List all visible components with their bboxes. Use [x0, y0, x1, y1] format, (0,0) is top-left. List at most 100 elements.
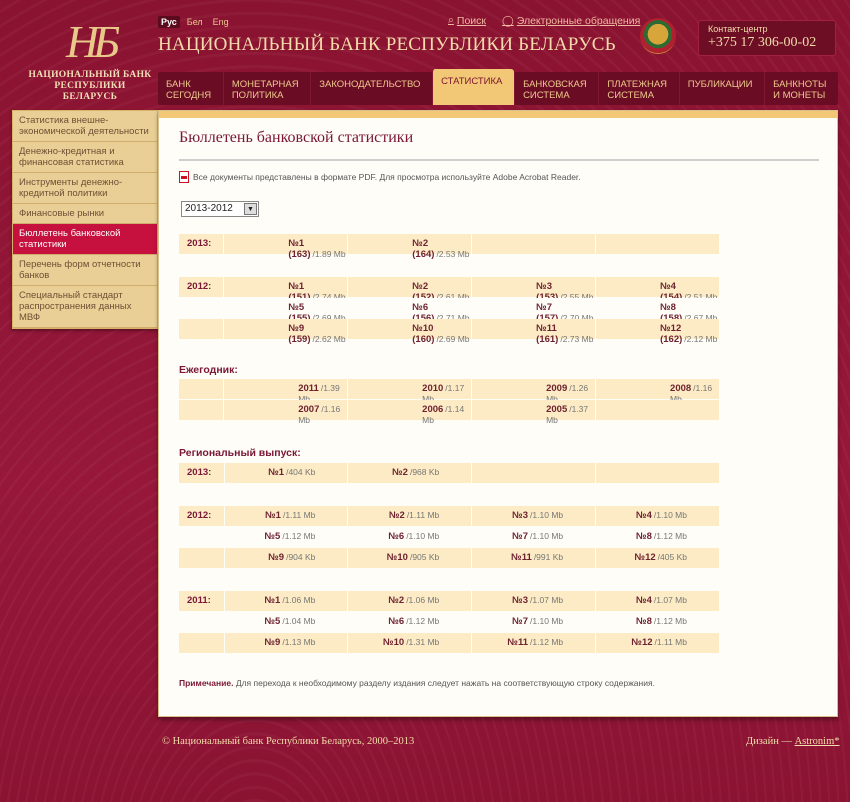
regional-issue-link[interactable]: №10/905 Kb [348, 548, 472, 568]
issue-number: №7 [512, 616, 529, 627]
nav-item-0[interactable]: БАНК СЕГОДНЯ [158, 72, 223, 105]
bulletin-issue-link[interactable]: №9 (159)/2.62 Mb [224, 319, 348, 345]
nav-item-6[interactable]: ПУБЛИКАЦИИ [678, 72, 764, 105]
yearbook-issue-link[interactable]: 2005/1.37 Mb [472, 400, 596, 425]
issue-number: №4 [636, 510, 652, 521]
search-icon: ⌕ [448, 14, 454, 26]
nav-item-1[interactable]: МОНЕТАРНАЯ ПОЛИТИКА [222, 72, 310, 105]
bulletin-issue-link[interactable]: №4 (154)/2.51 Mb [596, 277, 720, 303]
regional-issue-link[interactable]: №4/1.10 Mb [596, 506, 719, 526]
issue-number: 2011 [298, 383, 319, 394]
sidebar-item-2[interactable]: Инструменты денежно-кредитной политики [13, 173, 157, 204]
table-row: №5/1.04 Mb №6/1.12 Mb №7/1.10 Mb №8/1.12 Mb [179, 612, 719, 632]
regional-issue-link[interactable]: №10/1.31 Mb [348, 633, 472, 653]
regional-issue-link[interactable]: №1/1.06 Mb [224, 591, 348, 611]
file-size: /1.10 Mb [530, 531, 564, 541]
regional-issue-link[interactable]: №5/1.04 Mb [224, 612, 348, 632]
regional-issue-link[interactable]: №12/1.11 Mb [596, 633, 719, 653]
regional-issue-link[interactable]: №2/1.11 Mb [348, 506, 472, 526]
regional-issue-link[interactable]: №1/1.11 Mb [224, 506, 348, 526]
appeals-link[interactable]: ◯ Электронные обращения [502, 14, 640, 27]
yearbook-issue-link[interactable]: 2006/1.14 Mb [348, 400, 472, 425]
file-size: /1.31 Mb [406, 637, 440, 647]
bulletin-issue-link[interactable]: №6 (156)/2.71 Mb [348, 298, 472, 324]
bulletin-issue-link[interactable]: №3 (153)/2.55 Mb [472, 277, 596, 303]
regional-issue-link[interactable]: №1/404 Kb [224, 463, 348, 483]
regional-issue-link[interactable]: №4/1.07 Mb [596, 591, 719, 611]
lang-ru[interactable]: Рус [158, 16, 180, 28]
nav-item-4[interactable]: БАНКОВСКАЯ СИСТЕМА [514, 72, 598, 105]
regional-issue-link[interactable]: №8/1.12 Mb [596, 527, 719, 547]
issue-number: 2010 [422, 383, 444, 394]
bulletin-issue-link[interactable]: №2 (152)/2.61 Mb [348, 277, 472, 303]
regional-issue-link[interactable]: №3/1.07 Mb [472, 591, 596, 611]
regional-issue-link[interactable]: №11/991 Kb [472, 548, 596, 568]
lang-by[interactable]: Бел [184, 16, 206, 28]
search-link[interactable]: ⌕ Поиск [448, 14, 486, 27]
bulletin-issue-link[interactable]: №11 (161)/2.73 Mb [472, 319, 596, 345]
regional-issue-link[interactable]: №11/1.12 Mb [472, 633, 596, 653]
issue-number: №7 [512, 531, 529, 542]
yearbook-issue-link[interactable]: 2011/1.39 Mb [224, 379, 348, 404]
contact-label: Контакт-центр [708, 24, 768, 34]
bank-logo[interactable]: НБ НАЦИОНАЛЬНЫЙ БАНК РЕСПУБЛИКИ БЕЛАРУСЬ [28, 14, 152, 103]
bulletin-issue-link[interactable]: №10 (160)/2.69 Mb [348, 319, 472, 345]
file-size: /968 Kb [409, 467, 440, 477]
sidebar-item-0[interactable]: Статистика внешне-экономической деятельн… [13, 111, 157, 142]
issue-number: 2009 [546, 383, 568, 394]
regional-issue-link[interactable]: №3/1.10 Mb [472, 506, 596, 526]
sidebar-item-1[interactable]: Денежно-кредитная и финансовая статистик… [13, 142, 157, 173]
bulletin-issue-link[interactable]: №1 (151)/2.74 Mb [224, 277, 348, 303]
table-row: 2012:№1 (151)/2.74 Mb№2 (152)/2.61 Mb№3 … [179, 277, 720, 303]
regional-issue-link[interactable]: №7/1.10 Mb [472, 612, 596, 632]
yearbook-issue-link[interactable]: 2010/1.17 Mb [348, 379, 472, 404]
regional-issue-link[interactable]: №6/1.10 Mb [348, 527, 472, 547]
period-select[interactable]: 2013-2012 ▼ [181, 201, 259, 217]
design-link[interactable]: Astronim* [795, 736, 840, 747]
file-size: /904 Kb [286, 552, 316, 562]
year-label: 2013: [179, 463, 224, 483]
bulletin-issue-link[interactable]: №1 (163)/1.89 Mb [224, 234, 348, 260]
issue-number: №10 [386, 552, 408, 563]
bulletin-issue-link[interactable]: №5 (155)/2.69 Mb [224, 298, 348, 324]
nav-item-2[interactable]: ЗАКОНОДАТЕЛЬСТВО [310, 72, 432, 105]
sidebar-item-4[interactable]: Бюллетень банковской статистики [13, 224, 157, 255]
bulletin-issue-link[interactable]: №12 (162)/2.12 Mb [596, 319, 720, 345]
nav-item-label: БАНК [166, 79, 191, 90]
nav-item-label: СТАТИСТИКА [441, 76, 503, 87]
yearbook-issue-link[interactable]: 2008/1.16 Mb [596, 379, 719, 404]
file-size: /405 Kb [657, 552, 687, 562]
chevron-down-icon[interactable]: ▼ [244, 203, 257, 215]
nav-item-7[interactable]: БАНКНОТЫ И МОНЕТЫ [764, 72, 838, 105]
search-link-label: Поиск [456, 14, 486, 27]
bulletin-issue-link[interactable]: №8 (158)/2.67 Mb [596, 298, 720, 324]
regional-issue-link[interactable]: №6/1.12 Mb [348, 612, 472, 632]
nav-item-3[interactable]: СТАТИСТИКА [432, 69, 515, 105]
yearbook-issue-link[interactable]: 2009/1.26 Mb [472, 379, 596, 404]
yearbook-heading: Ежегодник: [179, 364, 238, 376]
bulletin-issue-link[interactable]: №2 (164)/2.53 Mb [348, 234, 472, 260]
nav-item-label: ПЛАТЕЖНАЯ [607, 79, 668, 90]
table-row: 2011/1.39 Mb 2010/1.17 Mb 2009/1.26 Mb 2008… [179, 379, 719, 404]
regional-issue-link[interactable]: №7/1.10 Mb [472, 527, 596, 547]
regional-issue-link[interactable]: №12/405 Kb [596, 548, 719, 568]
regional-issue-link[interactable]: №9/1.13 Mb [224, 633, 348, 653]
sidebar-item-3[interactable]: Финансовые рынки [13, 204, 157, 224]
nav-item-5[interactable]: ПЛАТЕЖНАЯ СИСТЕМА [598, 72, 678, 105]
bulletin-issue-link[interactable]: №7 (157)/2.70 Mb [472, 298, 596, 324]
regional-issue-link[interactable]: №9/904 Kb [224, 548, 348, 568]
regional-issue-link[interactable]: №5/1.12 Mb [224, 527, 348, 547]
yearbook-issue-link[interactable]: 2007/1.16 Mb [224, 400, 348, 425]
table-row: №5 (155)/2.69 Mb№6 (156)/2.71 Mb№7 (157)… [179, 298, 720, 324]
file-size: /1.04 Mb [282, 616, 316, 626]
lang-en[interactable]: Eng [210, 16, 232, 28]
table-row: 2013: №1/404 Kb №2/968 Kb [179, 463, 719, 483]
regional-issue-link[interactable]: №8/1.12 Mb [596, 612, 719, 632]
issue-number: №9 (159) [288, 323, 311, 345]
regional-issue-link[interactable]: №2/968 Kb [348, 463, 472, 483]
contact-phone[interactable]: +375 17 306-00-02 [708, 34, 826, 51]
regional-issue-link[interactable]: №2/1.06 Mb [348, 591, 472, 611]
sidebar-item-5[interactable]: Перечень форм отчетности банков [13, 255, 157, 286]
file-size: /1.07 Mb [653, 595, 687, 605]
sidebar-item-6[interactable]: Специальный стандарт распространения дан… [13, 286, 157, 328]
